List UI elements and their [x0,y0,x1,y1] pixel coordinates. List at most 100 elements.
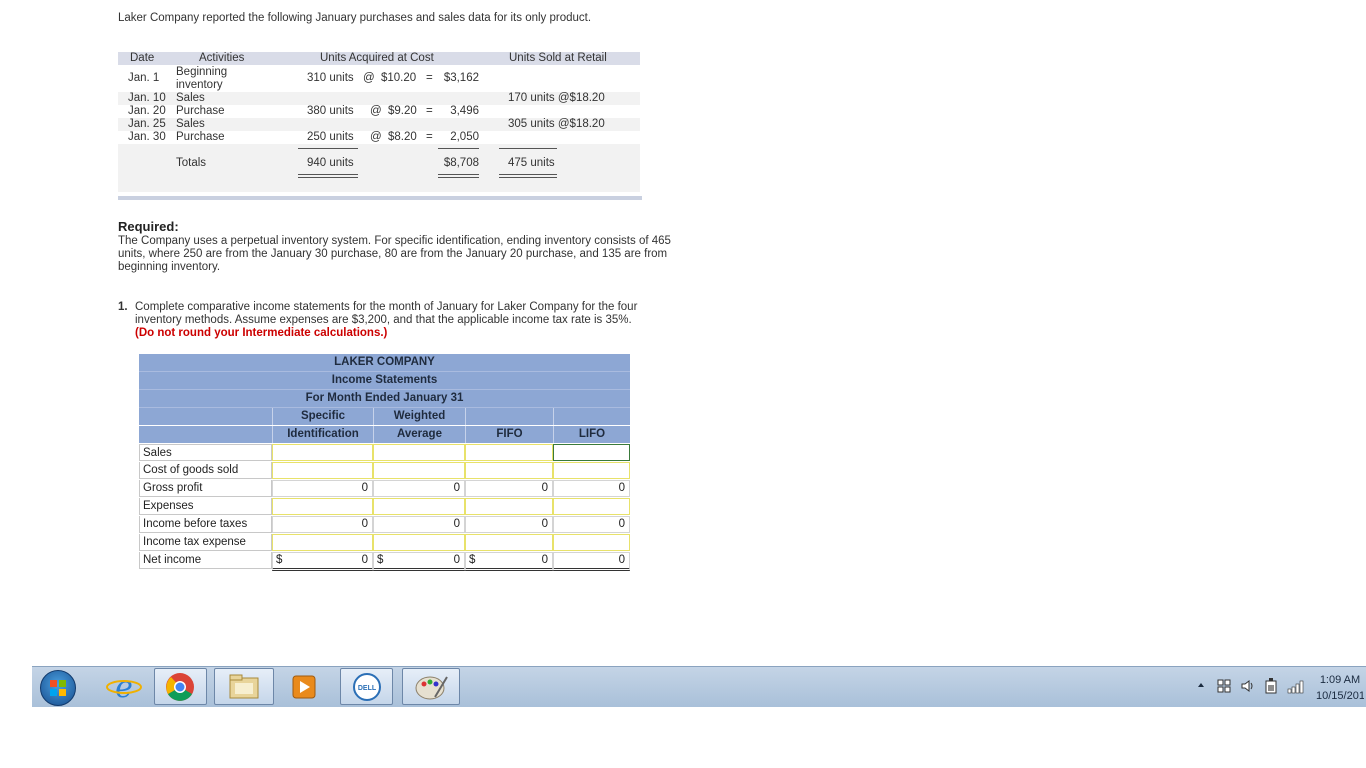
currency-symbol: $ [377,554,384,566]
col-weighted-line2: Average [373,426,465,443]
row-activity: Purchase [176,131,225,143]
row-label-income-before-taxes: Income before taxes [139,516,272,533]
tax-specific-input[interactable] [272,534,373,551]
row-acq-at: @ [370,131,382,143]
income-before-taxes-weighted: 0 [373,516,465,533]
sales-weighted-input[interactable] [373,444,465,461]
col-specific-line2: Identification [272,426,373,443]
totals-label: Totals [176,157,207,169]
net-income-weighted: $0 [373,552,465,571]
net-income-fifo-value: 0 [541,554,548,566]
sales-specific-input[interactable] [272,444,373,461]
gross-profit-fifo: 0 [465,480,553,497]
cogs-fifo-input[interactable] [465,462,553,479]
network-signal-icon[interactable] [1287,678,1307,694]
question-number: 1. [118,301,128,313]
col-weighted-line1: Weighted [373,408,465,425]
required-text: The Company uses a perpetual inventory s… [118,235,671,273]
net-income-lifo-value: 0 [618,554,625,566]
row-acq-eq: = [426,131,433,143]
intro-text: Laker Company reported the following Jan… [118,12,592,24]
row-acq-total: 2,050 [450,131,479,143]
row-activity: Sales [176,118,205,130]
statement-title: Income Statements [331,374,438,386]
net-income-weighted-value: 0 [453,554,460,566]
row-label-expenses: Expenses [139,498,272,515]
row-date: Jan. 20 [128,105,166,117]
question-text: Complete comparative income statements f… [135,301,680,340]
cogs-lifo-input[interactable] [553,462,630,479]
currency-symbol: $ [276,554,283,566]
chrome-icon[interactable] [154,668,207,705]
question-note: (Do not round your Intermediate calculat… [135,327,388,339]
row-date: Jan. 1 [128,72,160,84]
action-center-flag-icon[interactable] [1216,678,1232,694]
tax-lifo-input[interactable] [553,534,630,551]
col-lifo-line2: LIFO [553,426,630,443]
row-acq-eq: = [426,105,433,117]
svg-text:e: e [115,670,133,705]
row-activity-line2: inventory [176,79,223,91]
totals-sold: 475 units [508,157,555,169]
expenses-weighted-input[interactable] [373,498,465,515]
row-acq-units: 310 units [307,72,354,84]
media-player-icon[interactable] [278,668,331,705]
row-label-income-tax: Income tax expense [139,534,272,551]
income-before-taxes-lifo: 0 [553,516,630,533]
net-income-specific-value: 0 [361,554,368,566]
volume-icon[interactable] [1240,678,1256,694]
tax-weighted-input[interactable] [373,534,465,551]
internet-explorer-icon[interactable]: e [98,668,151,705]
statement-period: For Month Ended January 31 [305,392,464,404]
taskbar: e DELL 1:09 AM 10/15/201 [32,666,1366,707]
header-date: Date [130,52,155,64]
row-date: Jan. 30 [128,131,166,143]
row-activity: Purchase [176,105,225,117]
net-income-fifo: $0 [465,552,553,571]
gross-profit-lifo: 0 [553,480,630,497]
col-fifo-line1 [465,408,553,425]
row-acq-price: $9.20 [388,105,417,117]
header-units-sold: Units Sold at Retail [509,52,607,64]
sales-fifo-input[interactable] [465,444,553,461]
dell-icon-text: DELL [358,685,377,692]
windows-orb-icon[interactable] [40,670,76,706]
row-date: Jan. 25 [128,118,166,130]
system-clock[interactable]: 1:09 AM 10/15/2015 [1316,672,1364,704]
row-acq-price: $10.20 [381,72,417,84]
cogs-specific-input[interactable] [272,462,373,479]
totals-cost: $8,708 [443,157,479,169]
gross-profit-weighted: 0 [373,480,465,497]
row-activity: Beginning [176,66,228,78]
cogs-weighted-input[interactable] [373,462,465,479]
expenses-lifo-input[interactable] [553,498,630,515]
row-acq-eq: = [426,72,433,84]
header-units-acquired: Units Acquired at Cost [320,52,434,64]
row-acq-at: @ [363,72,375,84]
gross-profit-specific: 0 [272,480,373,497]
row-sold: 305 units @$18.20 [508,118,605,130]
row-acq-units: 380 units [307,105,354,117]
expenses-fifo-input[interactable] [465,498,553,515]
dell-icon[interactable]: DELL [340,668,393,705]
paint-icon[interactable] [402,668,460,705]
tax-fifo-input[interactable] [465,534,553,551]
currency-symbol: $ [469,554,476,566]
row-label-gross-profit: Gross profit [139,480,272,497]
expenses-specific-input[interactable] [272,498,373,515]
row-label-cogs: Cost of goods sold [139,462,272,479]
sales-lifo-input[interactable] [553,444,630,461]
row-label-sales: Sales [139,444,272,461]
row-label-net-income: Net income [139,552,272,569]
income-before-taxes-fifo: 0 [465,516,553,533]
show-hidden-icons-arrow[interactable] [1196,680,1206,690]
inventory-table: Date Activities Units Acquired at Cost U… [118,52,642,202]
file-explorer-icon[interactable] [214,668,274,705]
row-acq-price: $8.20 [388,131,417,143]
required-title: Required: [118,219,179,234]
row-acq-total: $3,162 [443,72,479,84]
header-activities: Activities [199,52,245,64]
power-icon[interactable] [1263,677,1279,695]
row-acq-at: @ [370,105,382,117]
row-acq-units: 250 units [307,131,354,143]
